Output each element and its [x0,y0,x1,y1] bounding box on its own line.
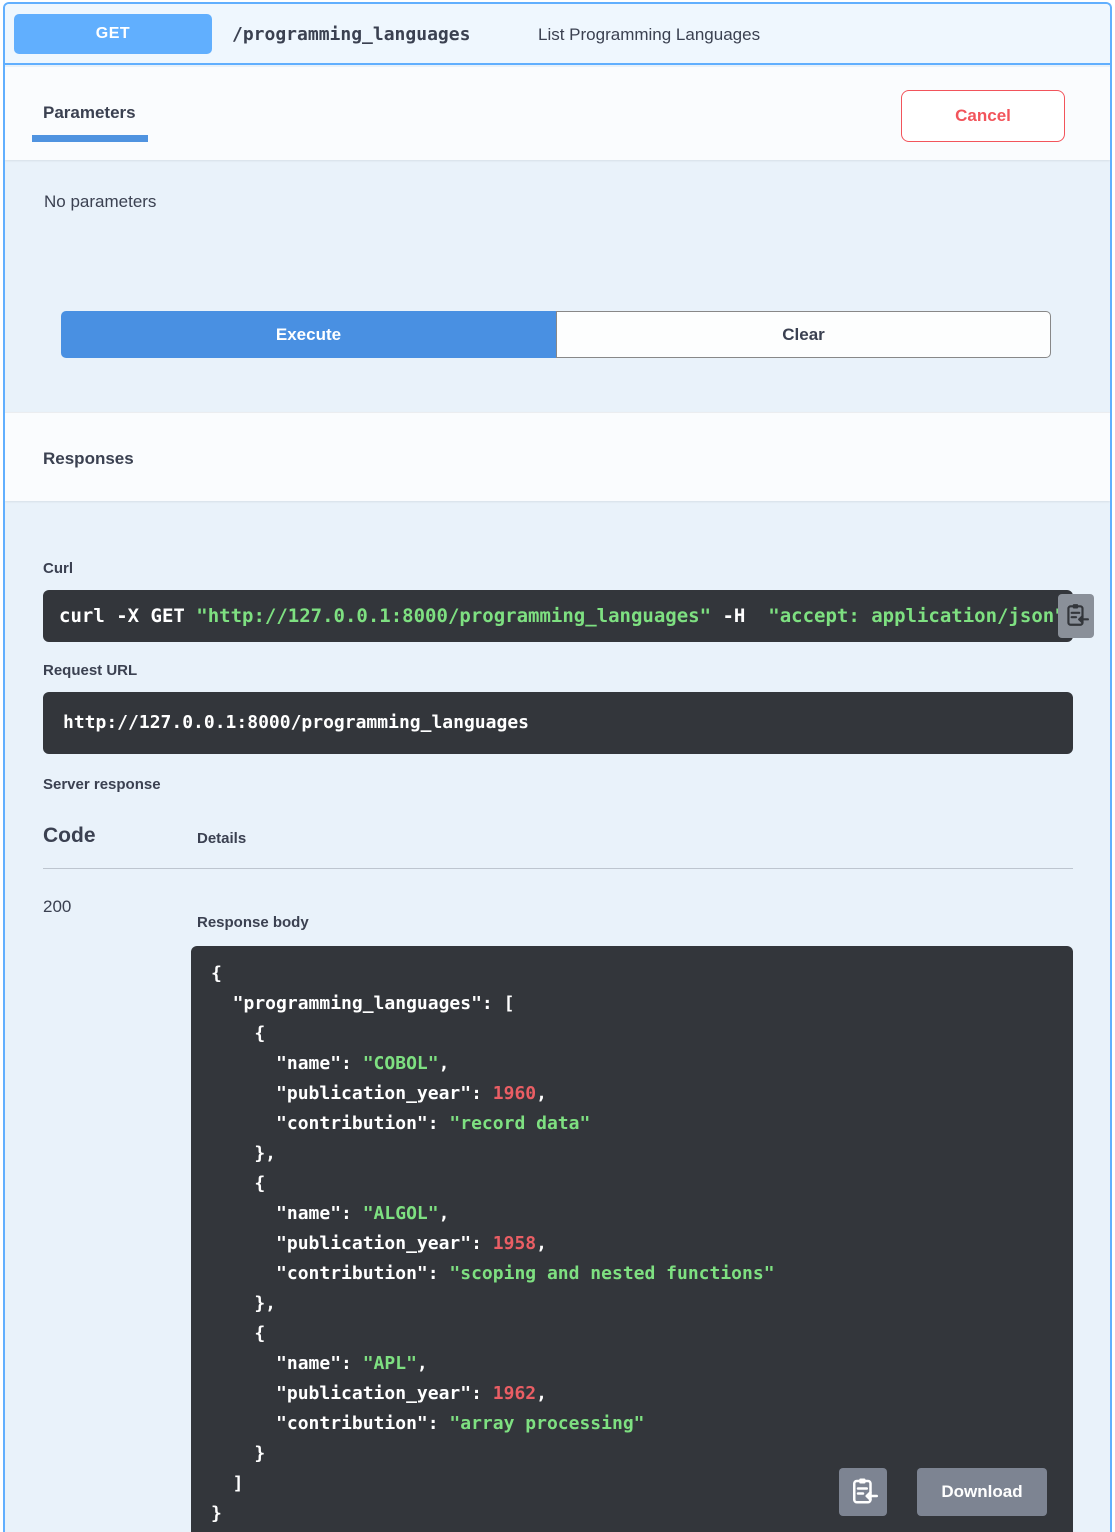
operation-panel: GET /programming_languages List Programm… [3,2,1112,1532]
curl-label: Curl [43,560,73,577]
parameters-section-header: Parameters Cancel [5,67,1110,160]
clipboard-copy-icon [1063,602,1089,631]
tab-parameters[interactable]: Parameters [32,103,148,142]
execute-button-group: Execute Clear [61,311,1051,358]
request-url-value: http://127.0.0.1:8000/programming_langua… [43,692,1073,754]
status-code: 200 [43,897,72,916]
curl-command[interactable]: curl -X GET "http://127.0.0.1:8000/progr… [43,590,1073,642]
execute-button[interactable]: Execute [61,311,556,358]
copy-response-button[interactable] [839,1468,887,1516]
server-response-label: Server response [43,776,161,793]
download-button[interactable]: Download [917,1468,1047,1516]
parameters-title: Parameters [43,103,136,122]
copy-curl-button[interactable] [1058,594,1094,638]
response-body-label: Response body [197,914,309,931]
details-column-header: Details [197,830,247,847]
http-method-badge: GET [14,14,212,54]
endpoint-summary: List Programming Languages [538,24,761,44]
clear-button[interactable]: Clear [556,311,1051,358]
cancel-button[interactable]: Cancel [901,90,1065,142]
response-body-json: { "programming_languages": [ { "name": "… [211,963,775,1524]
endpoint-path: /programming_languages [232,24,471,45]
responses-title: Responses [43,449,134,468]
request-url-label: Request URL [43,662,138,679]
response-body-panel: { "programming_languages": [ { "name": "… [191,946,1073,1532]
clipboard-copy-icon [848,1476,878,1509]
response-table-divider [43,868,1073,869]
no-parameters-message: No parameters [44,192,157,211]
code-column-header: Code [43,824,96,847]
responses-section-header: Responses [5,412,1110,501]
operation-summary-row[interactable]: GET /programming_languages List Programm… [5,4,1110,65]
